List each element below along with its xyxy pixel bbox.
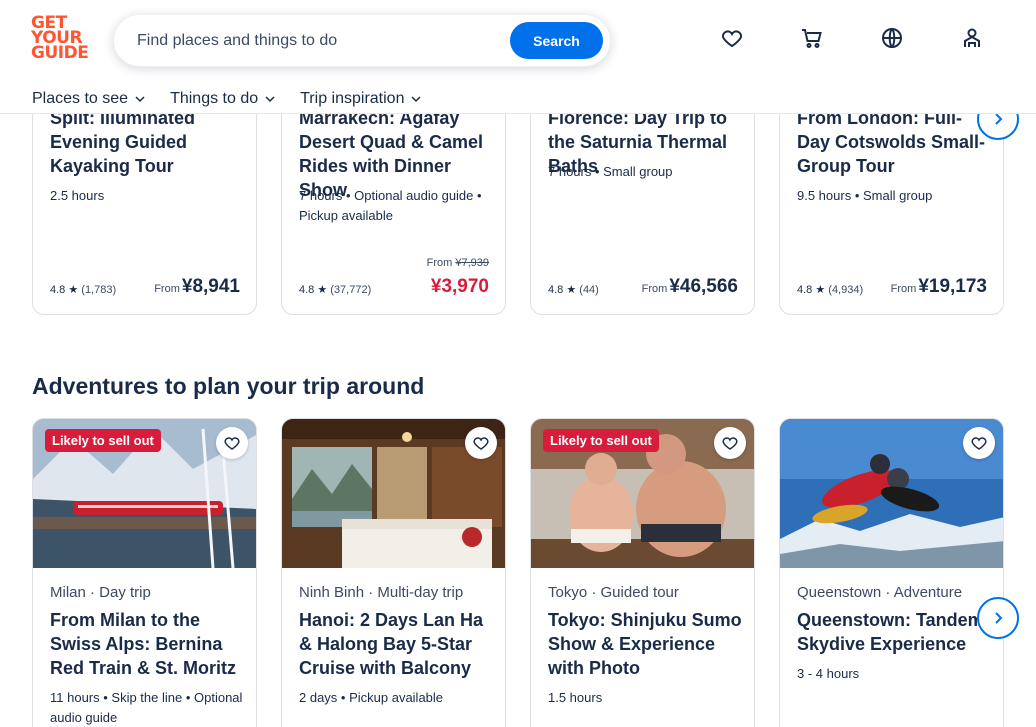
card-title[interactable]: Hanoi: 2 Days Lan Ha & Halong Bay 5-Star… xyxy=(299,608,495,680)
globe-icon[interactable] xyxy=(880,26,904,50)
wishlist-heart-button[interactable] xyxy=(714,427,746,459)
adventure-card[interactable]: Ninh Binh · Multi-day trip Hanoi: 2 Days… xyxy=(281,418,506,727)
main-nav: Places to see Things to do Trip inspirat… xyxy=(32,88,422,110)
card-meta: 7 hours • Optional audio guide • Pickup … xyxy=(299,188,482,223)
card-location: Tokyo · Guided tour xyxy=(548,584,679,601)
card-title[interactable]: From London: Full-Day Cotswolds Small-Gr… xyxy=(797,106,993,178)
card-meta: 9.5 hours • Small group xyxy=(797,188,933,203)
card-location: Ninh Binh · Multi-day trip xyxy=(299,584,464,601)
heart-icon xyxy=(473,437,489,450)
search-button[interactable]: Search xyxy=(510,22,603,59)
section-title: Adventures to plan your trip around xyxy=(32,373,425,399)
cart-icon[interactable] xyxy=(800,26,824,50)
card-rating: 4.8 ★ (37,772) xyxy=(299,284,372,296)
card-price: ¥3,970 xyxy=(430,276,489,297)
likely-to-sell-out-badge: Likely to sell out xyxy=(543,429,659,452)
adventure-card[interactable]: Likely to sell out Milan · Day trip From… xyxy=(32,418,257,727)
carousel-next-button[interactable] xyxy=(977,597,1019,639)
nav-trip-inspiration[interactable]: Trip inspiration xyxy=(300,88,422,110)
card-price: From ¥19,173 xyxy=(890,276,987,297)
heart-icon xyxy=(224,437,240,450)
chevron-down-icon xyxy=(411,96,421,103)
wishlist-heart-icon[interactable] xyxy=(720,26,744,50)
card-title[interactable]: Queenstown: Tandem Skydive Experience xyxy=(797,608,993,656)
card-title[interactable]: Tokyo: Shinjuku Sumo Show & Experience w… xyxy=(548,608,744,680)
card-price: From ¥8,941 xyxy=(154,276,240,297)
search-bar: Search xyxy=(113,14,611,67)
card-location: Milan · Day trip xyxy=(50,584,151,601)
adventure-card[interactable]: Likely to sell out Tokyo · Guided tour T… xyxy=(530,418,755,727)
likely-to-sell-out-badge: Likely to sell out xyxy=(45,429,161,452)
card-title[interactable]: From Milan to the Swiss Alps: Bernina Re… xyxy=(50,608,246,680)
profile-icon[interactable] xyxy=(960,26,984,50)
card-title[interactable]: Split: Illuminated Evening Guided Kayaki… xyxy=(50,106,246,178)
chevron-down-icon xyxy=(135,96,145,103)
card-price: From ¥46,566 xyxy=(641,276,738,297)
wishlist-heart-button[interactable] xyxy=(963,427,995,459)
wishlist-heart-button[interactable] xyxy=(216,427,248,459)
nav-places-to-see[interactable]: Places to see xyxy=(32,88,146,110)
card-meta: 1.5 hours xyxy=(548,690,603,705)
card-meta: 2.5 hours xyxy=(50,188,105,203)
getyourguide-logo[interactable]: GET YOUR GUIDE xyxy=(31,15,89,62)
card-location: Queenstown · Adventure xyxy=(797,584,963,601)
site-header: GET YOUR GUIDE Search Places to see Thin… xyxy=(0,0,1036,114)
card-meta: 7 hours • Small group xyxy=(548,164,673,179)
card-meta: 2 days • Pickup available xyxy=(299,690,444,705)
card-meta: 11 hours • Skip the line • Optional audi… xyxy=(50,690,243,725)
card-rating: 4.8 ★ (44) xyxy=(548,284,599,296)
card-meta: 3 - 4 hours xyxy=(797,666,860,681)
card-rating: 4.8 ★ (1,783) xyxy=(50,284,117,296)
chevron-down-icon xyxy=(265,96,275,103)
adventure-card[interactable]: Queenstown · Adventure Queenstown: Tande… xyxy=(779,418,1004,727)
card-rating: 4.8 ★ (4,934) xyxy=(797,284,864,296)
heart-icon xyxy=(722,437,738,450)
wishlist-heart-button[interactable] xyxy=(465,427,497,459)
nav-things-to-do[interactable]: Things to do xyxy=(170,88,276,110)
search-input[interactable] xyxy=(137,30,497,52)
original-price: From ¥7,939 xyxy=(426,257,489,269)
chevron-right-icon xyxy=(995,612,1003,624)
heart-icon xyxy=(971,437,987,450)
